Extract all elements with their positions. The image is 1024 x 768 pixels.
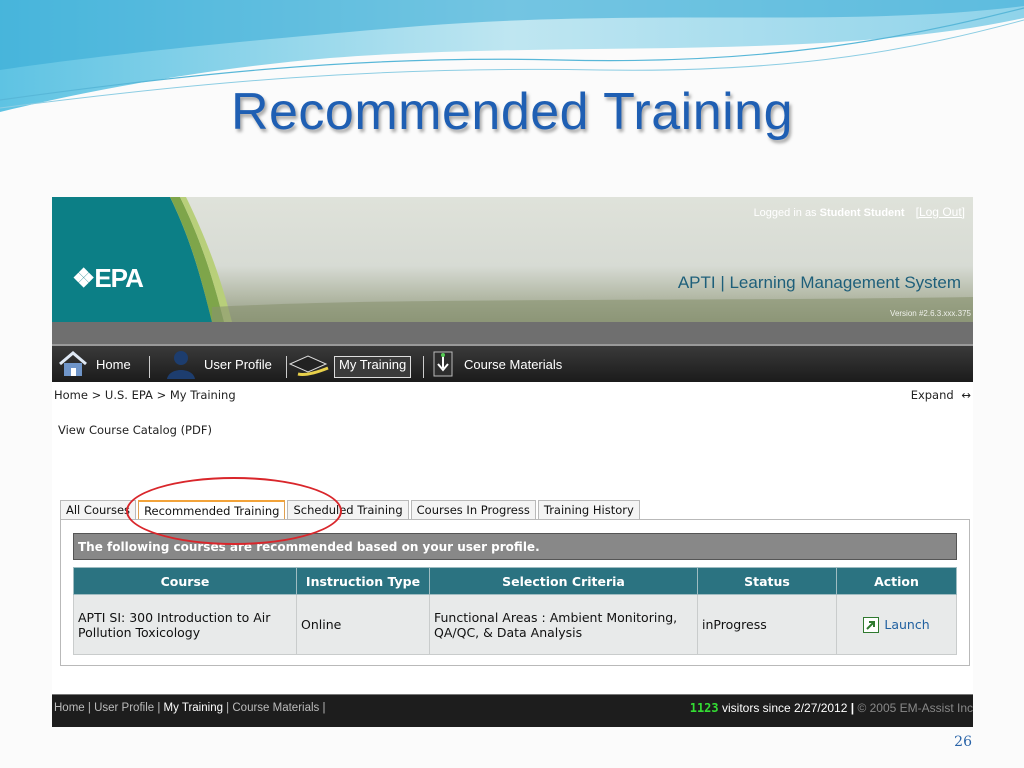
column-instruction-type[interactable]: Instruction Type	[296, 567, 430, 595]
epa-logo-icon: ❖	[72, 263, 95, 293]
column-action[interactable]: Action	[836, 567, 957, 595]
version-label: Version #2.6.3.xxx.375	[890, 309, 971, 318]
footer-link-my-training[interactable]: My Training	[164, 702, 223, 714]
since-date: 2/27/2012	[794, 701, 848, 715]
expand-toggle[interactable]: Expand ↔	[911, 388, 971, 402]
download-icon	[433, 351, 453, 377]
nav-separator	[423, 356, 424, 378]
visitor-counter: 1123	[689, 701, 719, 715]
copyright: © 2005 EM-Assist Inc	[857, 701, 973, 715]
nav-course-materials[interactable]: Course Materials	[432, 348, 562, 380]
courses-table: Course Instruction Type Selection Criter…	[73, 567, 957, 655]
instruction-type: Online	[296, 594, 430, 655]
nav-separator	[286, 356, 287, 378]
user-icon	[167, 351, 195, 379]
tab-all-courses[interactable]: All Courses	[60, 500, 137, 519]
tab-courses-in-progress[interactable]: Courses In Progress	[410, 500, 536, 519]
highlight-ellipse	[126, 477, 342, 545]
column-status[interactable]: Status	[697, 567, 837, 595]
lms-screenshot: ❖EPA Logged in as Student Student [Log O…	[52, 197, 973, 727]
page-footer: Home | User Profile | My Training | Cour…	[52, 694, 973, 727]
catalog-link[interactable]: View Course Catalog (PDF)	[58, 423, 212, 437]
nav-separator	[149, 356, 150, 378]
user-name: Student Student	[819, 207, 905, 219]
expand-arrows-icon: ↔	[961, 388, 971, 402]
app-title: APTI | Learning Management System	[677, 273, 961, 292]
course-name: APTI SI: 300 Introduction to Air Polluti…	[73, 594, 297, 655]
main-nav: Home User Profile My Training Course Mat…	[52, 344, 973, 382]
course-status: inProgress	[697, 594, 837, 655]
footer-links: Home | User Profile | My Training | Cour…	[54, 702, 326, 714]
nav-home[interactable]: Home	[58, 348, 131, 380]
tab-training-history[interactable]: Training History	[537, 500, 640, 519]
breadcrumb[interactable]: Home > U.S. EPA > My Training	[54, 388, 236, 402]
home-icon	[59, 351, 87, 376]
nav-my-training[interactable]: My Training	[288, 348, 412, 380]
slide-title: Recommended Training	[230, 83, 794, 141]
action-cell: Launch	[836, 594, 957, 655]
slide-number: 26	[954, 734, 972, 750]
column-course[interactable]: Course	[73, 567, 297, 595]
column-selection-criteria[interactable]: Selection Criteria	[429, 567, 698, 595]
nav-my-training-label: My Training	[334, 356, 412, 378]
table-row: APTI SI: 300 Introduction to Air Polluti…	[73, 594, 957, 655]
footer-link-home[interactable]: Home	[54, 702, 85, 714]
logout-link[interactable]: [Log Out]	[916, 205, 965, 219]
footer-link-course-materials[interactable]: Course Materials	[232, 702, 319, 714]
login-status: Logged in as Student Student [Log Out]	[753, 205, 965, 219]
epa-logo[interactable]: ❖EPA	[72, 263, 144, 294]
selection-criteria: Functional Areas : Ambient Monitoring, Q…	[429, 594, 698, 655]
table-header-row: Course Instruction Type Selection Criter…	[73, 567, 957, 595]
header-banner: ❖EPA Logged in as Student Student [Log O…	[52, 197, 973, 322]
footer-link-user-profile[interactable]: User Profile	[94, 702, 154, 714]
header-divider	[52, 322, 973, 344]
launch-arrow-icon	[863, 616, 880, 633]
launch-button[interactable]: Launch	[841, 616, 952, 633]
graduation-cap-icon	[288, 355, 329, 376]
nav-user-profile[interactable]: User Profile	[164, 348, 272, 380]
visitor-info: 1123 visitors since 2/27/2012 | © 2005 E…	[689, 701, 973, 715]
